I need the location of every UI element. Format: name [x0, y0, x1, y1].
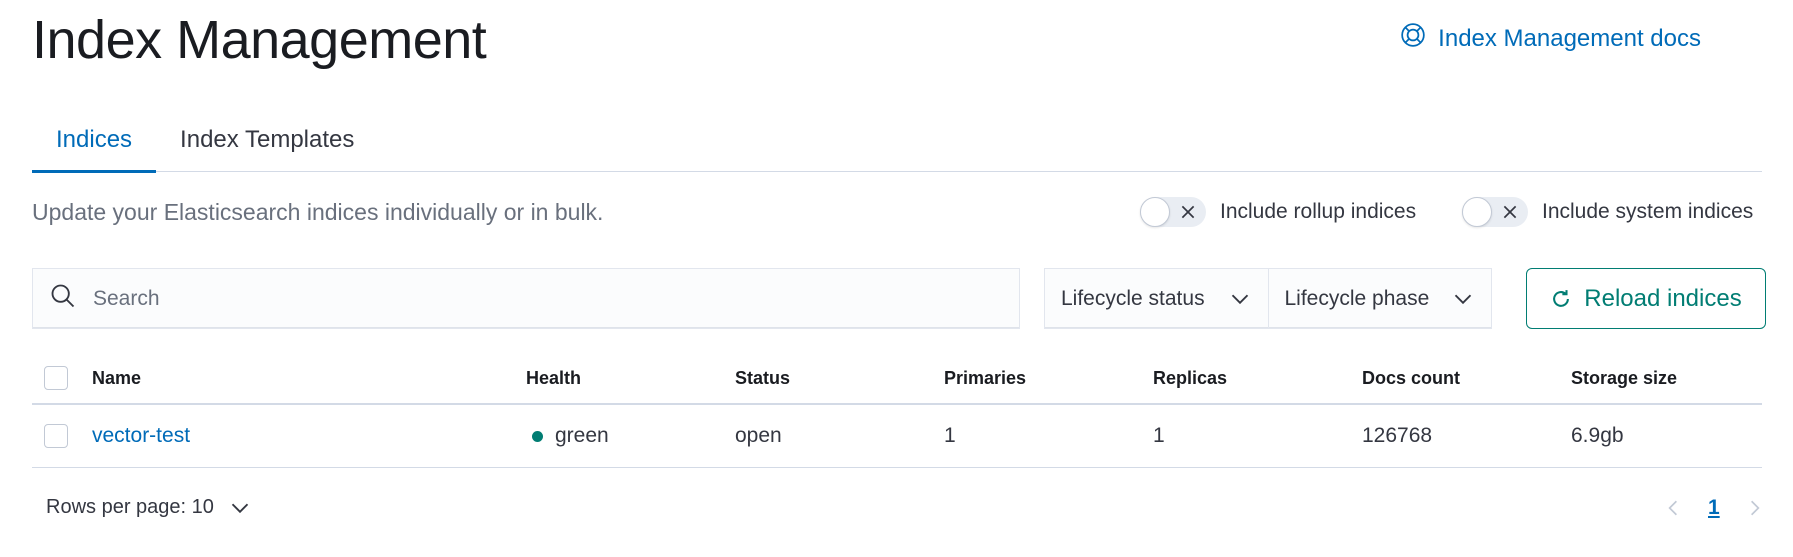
reload-indices-label: Reload indices: [1584, 284, 1742, 312]
help-lifebuoy-icon: [1400, 22, 1426, 55]
column-header-primaries[interactable]: Primaries: [944, 353, 1026, 403]
docs-count-value: 126768: [1362, 424, 1433, 447]
close-icon: [1181, 205, 1195, 219]
search-input[interactable]: [93, 286, 973, 311]
row-select-cell: [44, 405, 68, 467]
switch-knob: [1462, 197, 1492, 227]
primaries-value: 1: [944, 424, 956, 447]
storage-size-value: 6.9gb: [1571, 424, 1624, 447]
pagination: 1: [1664, 496, 1764, 520]
rollup-indices-switch[interactable]: [1140, 197, 1206, 227]
lifecycle-phase-filter[interactable]: Lifecycle phase: [1267, 269, 1492, 328]
index-name-link[interactable]: vector-test: [92, 424, 190, 448]
chevron-down-icon: [231, 503, 249, 513]
lifecycle-phase-label: Lifecycle phase: [1284, 286, 1430, 310]
page-title: Index Management: [32, 10, 487, 70]
index-name-cell: vector-test: [92, 405, 190, 467]
health-dot-icon: [532, 430, 543, 442]
chevron-right-icon[interactable]: [1746, 499, 1764, 517]
health-cell: green: [532, 405, 609, 467]
system-indices-label: Include system indices: [1542, 200, 1754, 223]
lifecycle-filter-group: Lifecycle status Lifecycle phase: [1044, 268, 1492, 329]
reload-indices-button[interactable]: Reload indices: [1526, 268, 1766, 329]
rows-per-page-button[interactable]: Rows per page: 10: [46, 496, 250, 519]
rollup-indices-toggle-group: Include rollup indices: [1140, 197, 1416, 227]
column-header-docs-count[interactable]: Docs count: [1362, 353, 1460, 403]
refresh-icon: [1553, 289, 1570, 307]
docs-link[interactable]: Index Management docs: [1400, 22, 1701, 55]
replicas-value: 1: [1153, 424, 1165, 447]
lifecycle-status-filter[interactable]: Lifecycle status: [1045, 269, 1268, 328]
close-icon: [1503, 205, 1517, 219]
chevron-down-icon: [1454, 294, 1472, 304]
health-value: green: [555, 424, 609, 447]
status-value: open: [735, 424, 782, 447]
search-box: [32, 268, 1020, 329]
table-row: vector-test green open 1 1 126768 6.9gb: [32, 405, 1762, 468]
page-1-button[interactable]: 1: [1708, 496, 1720, 520]
system-indices-toggle-group: Include system indices: [1462, 197, 1753, 227]
rows-per-page-label: Rows per page: 10: [46, 496, 214, 518]
search-icon: [49, 282, 77, 315]
system-indices-switch[interactable]: [1462, 197, 1528, 227]
rollup-indices-label: Include rollup indices: [1220, 200, 1417, 223]
tab-indices[interactable]: Indices: [32, 108, 157, 173]
column-header-status[interactable]: Status: [735, 353, 790, 403]
lifecycle-status-label: Lifecycle status: [1061, 286, 1205, 310]
table-header: Name Health Status Primaries Replicas Do…: [32, 353, 1762, 405]
chevron-down-icon: [1231, 294, 1248, 304]
switch-knob: [1140, 197, 1170, 227]
select-all-checkbox[interactable]: [44, 366, 68, 390]
page-description: Update your Elasticsearch indices indivi…: [32, 199, 604, 225]
row-checkbox[interactable]: [44, 424, 68, 448]
tab-bar: Indices Index Templates: [32, 108, 1762, 173]
column-header-health[interactable]: Health: [526, 353, 581, 403]
column-header-name[interactable]: Name: [92, 353, 141, 403]
chevron-left-icon[interactable]: [1664, 499, 1682, 517]
select-all-cell: [44, 353, 68, 403]
tab-index-templates[interactable]: Index Templates: [156, 108, 378, 172]
indices-table: Name Health Status Primaries Replicas Do…: [32, 353, 1762, 468]
column-header-storage-size[interactable]: Storage size: [1571, 353, 1677, 403]
docs-link-label: Index Management docs: [1438, 24, 1701, 52]
column-header-replicas[interactable]: Replicas: [1153, 353, 1227, 403]
